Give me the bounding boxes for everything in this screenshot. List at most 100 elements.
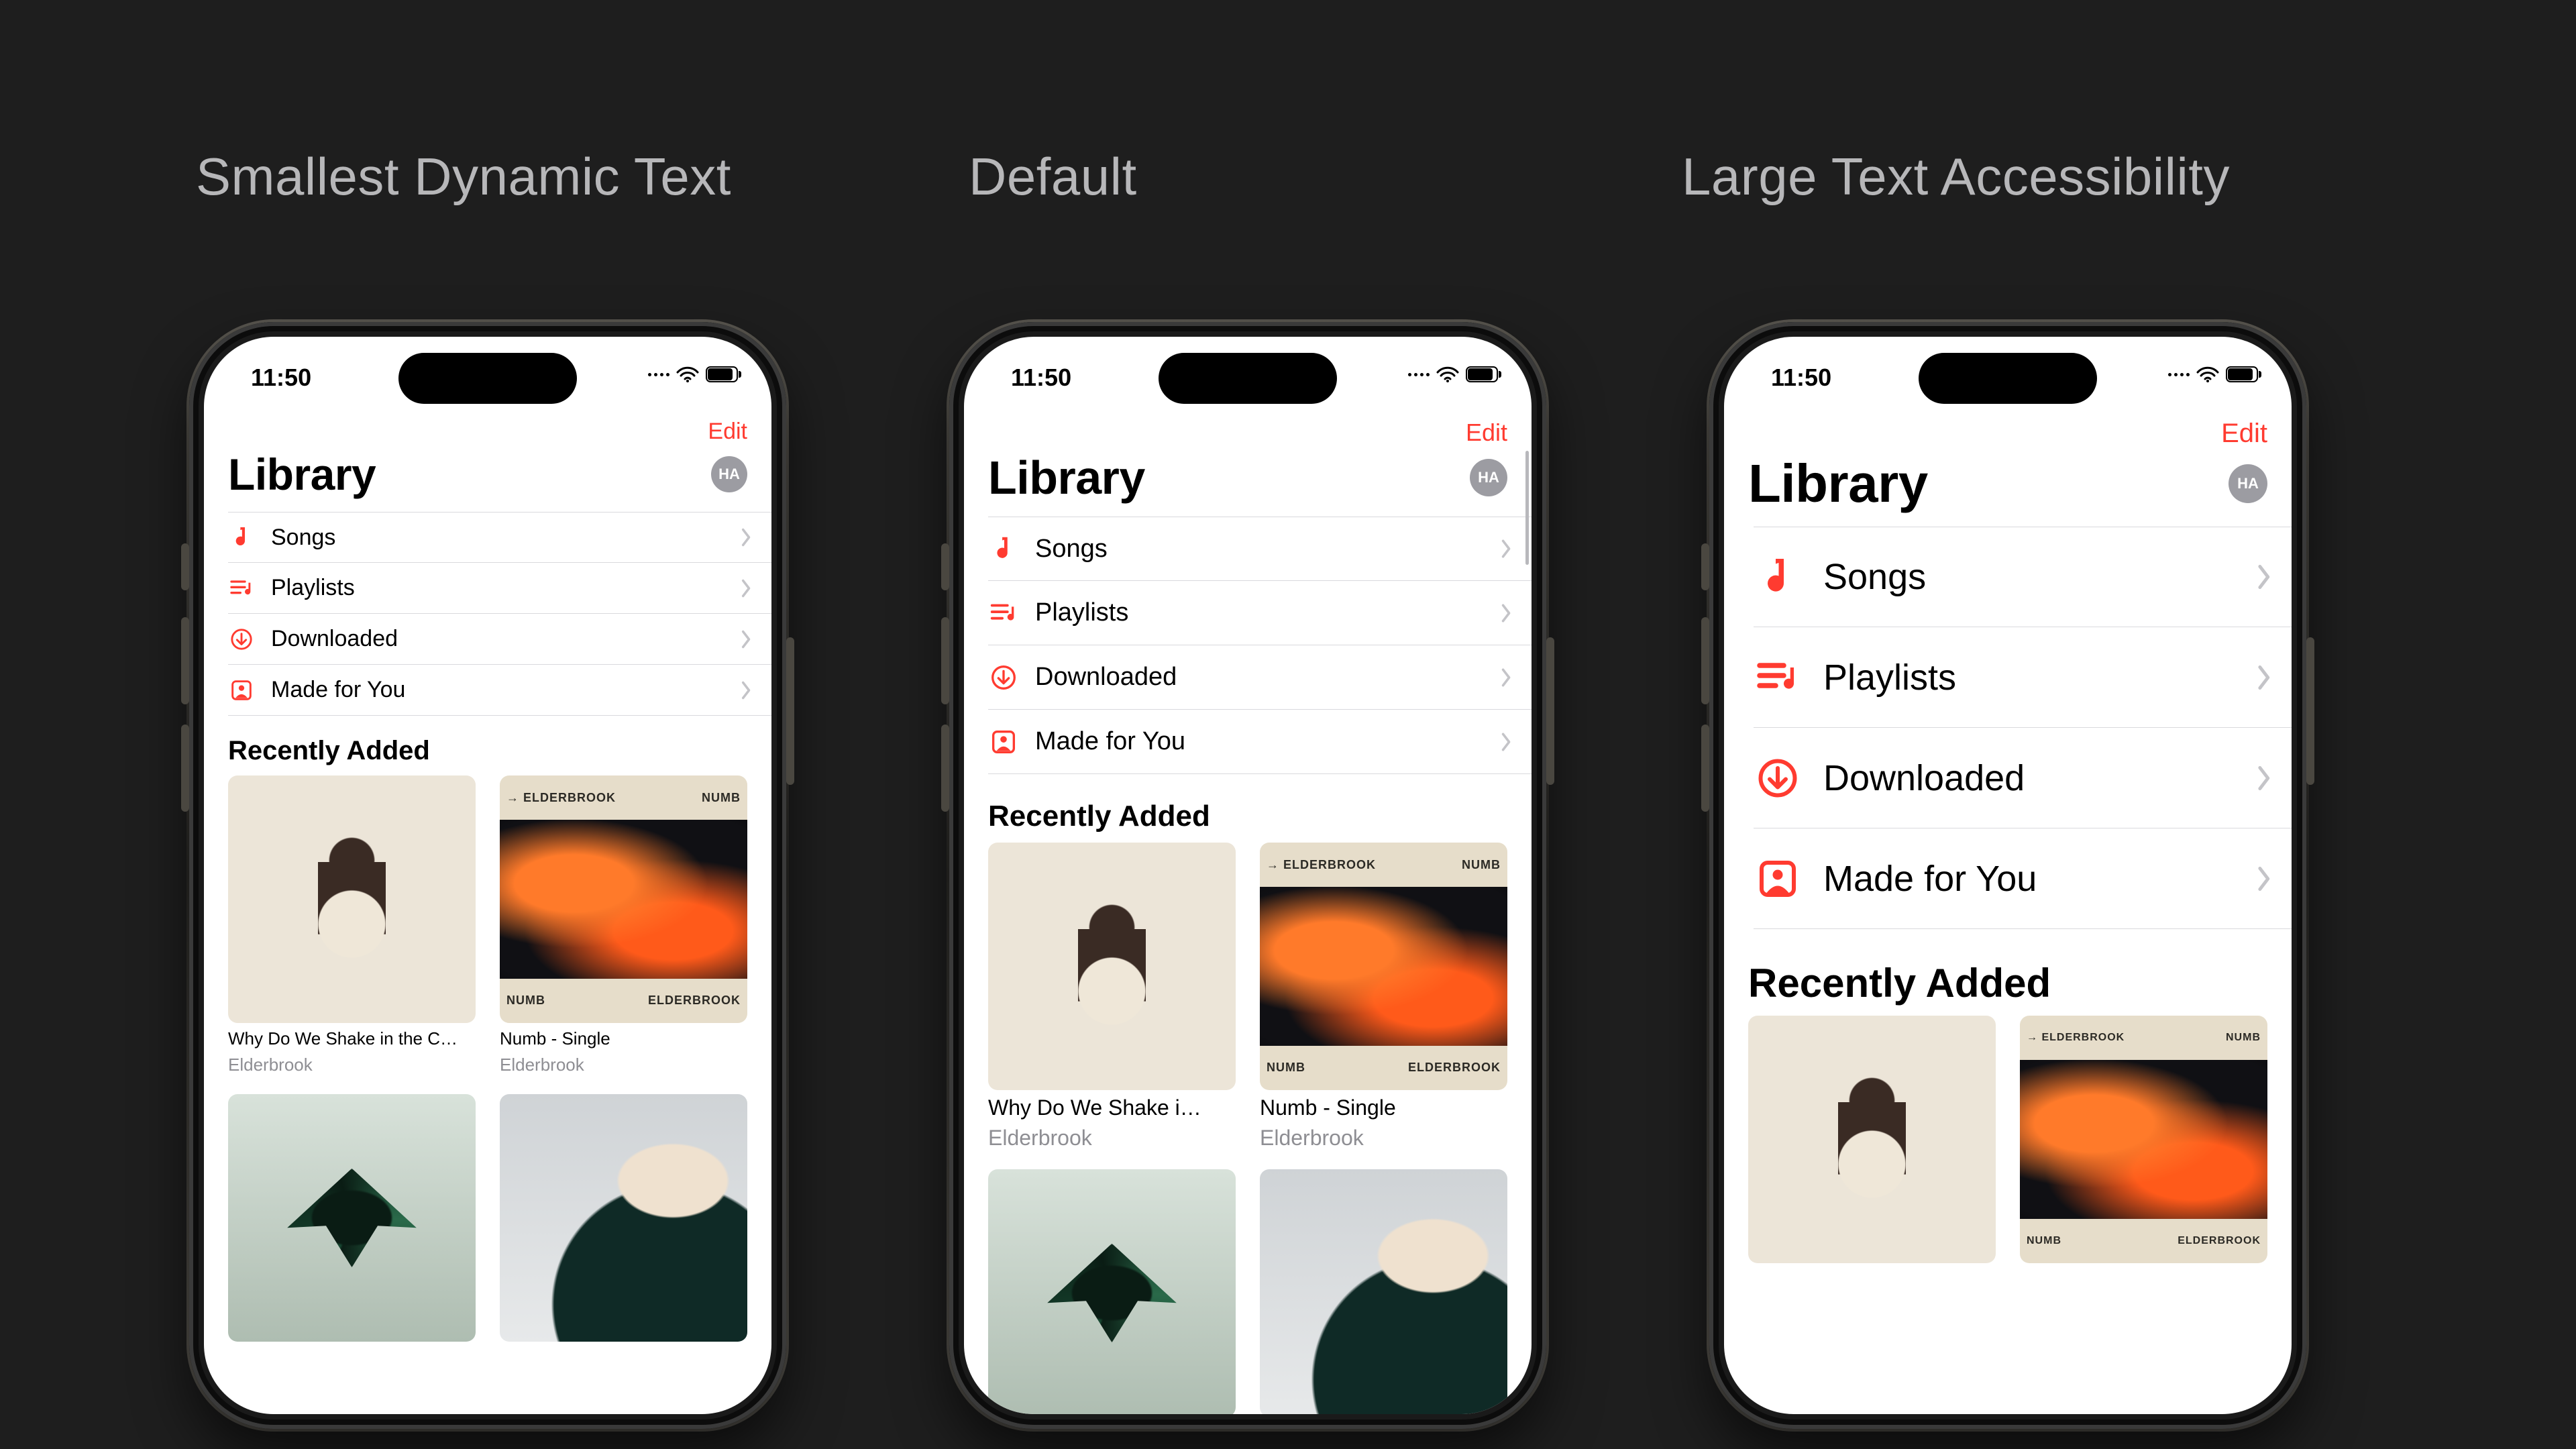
battery-icon [706, 366, 738, 382]
download-circle-icon [228, 626, 255, 653]
menu-item-playlists[interactable]: Playlists [1754, 627, 2292, 728]
library-menu: Songs Playlists Downloaded Made for You [1724, 527, 2292, 929]
page-title: Library [988, 451, 1145, 504]
person-frame-icon [988, 727, 1019, 757]
dynamic-island [1159, 353, 1337, 404]
menu-label: Made for You [1035, 727, 1485, 756]
album-cover [988, 1169, 1236, 1414]
menu-item-downloaded[interactable]: Downloaded [1754, 728, 2292, 828]
album-grid: Why Do We Shake in the C… Elderbrook → E… [204, 775, 771, 1366]
section-recently-added: Recently Added [1724, 929, 2292, 1016]
library-menu: Songs Playlists Downloaded Made for You [964, 517, 1532, 774]
chevron-right-icon [1501, 538, 1513, 559]
album-cover [228, 1094, 476, 1342]
chevron-right-icon [2257, 663, 2273, 692]
cellular-icon [2168, 373, 2190, 376]
battery-icon [1466, 366, 1498, 382]
music-note-icon [1754, 553, 1802, 601]
profile-avatar[interactable]: HA [711, 456, 747, 492]
profile-avatar[interactable]: HA [1470, 459, 1507, 496]
menu-label: Made for You [1823, 858, 2235, 900]
playlist-icon [1754, 653, 1802, 702]
dynamic-island [398, 353, 577, 404]
status-time: 11:50 [251, 364, 311, 392]
menu-item-songs[interactable]: Songs [988, 517, 1532, 581]
edit-button[interactable]: Edit [2221, 419, 2267, 449]
page-title: Library [228, 449, 376, 500]
album-grid: Why Do We Shake i… Elderbrook → ELDERBRO… [964, 843, 1532, 1414]
chevron-right-icon [741, 680, 753, 700]
menu-label: Songs [1823, 556, 2235, 598]
profile-avatar[interactable]: HA [2229, 464, 2267, 503]
menu-item-made-for-you[interactable]: Made for You [988, 710, 1532, 774]
album-item[interactable] [500, 1094, 747, 1342]
menu-item-made-for-you[interactable]: Made for You [1754, 828, 2292, 929]
album-cover: → ELDERBROOKNUMB NUMBELDERBROOK [1260, 843, 1507, 1090]
album-item[interactable]: → ELDERBROOKNUMB NUMBELDERBROOK Numb - S… [1260, 843, 1507, 1150]
album-title: Numb - Single [500, 1028, 747, 1049]
dynamic-island [1919, 353, 2097, 404]
cellular-icon [648, 373, 669, 376]
album-item[interactable] [228, 1094, 476, 1342]
page-title: Library [1748, 453, 1928, 515]
menu-label: Playlists [271, 575, 724, 601]
chevron-right-icon [741, 629, 753, 649]
album-cover [228, 775, 476, 1023]
menu-item-made-for-you[interactable]: Made for You [228, 665, 771, 716]
chevron-right-icon [2257, 864, 2273, 894]
phone-smallest: 11:50 Edit Library HA Songs [189, 322, 786, 1429]
album-artist: Elderbrook [1260, 1126, 1507, 1150]
menu-item-songs[interactable]: Songs [1754, 527, 2292, 627]
wifi-icon [1436, 366, 1459, 382]
menu-item-songs[interactable]: Songs [228, 512, 771, 563]
album-item[interactable] [988, 1169, 1236, 1414]
chevron-right-icon [1501, 731, 1513, 753]
chevron-right-icon [741, 578, 753, 598]
album-cover [1748, 1016, 1996, 1263]
album-item[interactable] [1748, 1016, 1996, 1263]
playlist-icon [228, 575, 255, 602]
menu-label: Songs [271, 525, 724, 551]
cellular-icon [1408, 373, 1430, 376]
menu-label: Made for You [271, 677, 724, 703]
menu-label: Downloaded [1035, 663, 1485, 692]
status-time: 11:50 [1771, 364, 1831, 392]
album-cover: → ELDERBROOKNUMB NUMBELDERBROOK [2020, 1016, 2267, 1263]
heading-smallest: Smallest Dynamic Text [196, 146, 731, 207]
album-cover [988, 843, 1236, 1090]
library-menu: Songs Playlists Downloaded Made for You [204, 512, 771, 716]
album-artist: Elderbrook [500, 1055, 747, 1075]
album-grid: → ELDERBROOKNUMB NUMBELDERBROOK [1724, 1016, 2292, 1287]
edit-button[interactable]: Edit [708, 419, 747, 445]
section-recently-added: Recently Added [204, 716, 771, 775]
album-item[interactable]: → ELDERBROOKNUMB NUMBELDERBROOK Numb - S… [500, 775, 747, 1075]
album-item[interactable] [1260, 1169, 1507, 1414]
status-time: 11:50 [1011, 364, 1071, 392]
wifi-icon [676, 366, 699, 382]
album-item[interactable]: Why Do We Shake i… Elderbrook [988, 843, 1236, 1150]
menu-item-downloaded[interactable]: Downloaded [228, 614, 771, 665]
download-circle-icon [988, 662, 1019, 693]
battery-icon [2226, 366, 2258, 382]
section-recently-added: Recently Added [964, 774, 1532, 843]
chevron-right-icon [1501, 667, 1513, 688]
album-item[interactable]: Why Do We Shake in the C… Elderbrook [228, 775, 476, 1075]
album-cover [1260, 1169, 1507, 1414]
person-frame-icon [1754, 855, 1802, 903]
album-item[interactable]: → ELDERBROOKNUMB NUMBELDERBROOK [2020, 1016, 2267, 1263]
menu-item-downloaded[interactable]: Downloaded [988, 645, 1532, 710]
phone-default: 11:50 Edit Library HA Songs [949, 322, 1546, 1429]
heading-default: Default [969, 146, 1137, 207]
edit-button[interactable]: Edit [1466, 419, 1507, 447]
phone-large: 11:50 Edit Library HA Songs [1709, 322, 2306, 1429]
menu-item-playlists[interactable]: Playlists [228, 563, 771, 614]
wifi-icon [2196, 366, 2219, 382]
album-title: Why Do We Shake i… [988, 1095, 1236, 1120]
menu-label: Downloaded [271, 626, 724, 652]
scrollbar[interactable] [1525, 451, 1529, 565]
album-artist: Elderbrook [228, 1055, 476, 1075]
menu-item-playlists[interactable]: Playlists [988, 581, 1532, 645]
album-cover [500, 1094, 747, 1342]
album-cover: → ELDERBROOKNUMB NUMBELDERBROOK [500, 775, 747, 1023]
download-circle-icon [1754, 754, 1802, 802]
